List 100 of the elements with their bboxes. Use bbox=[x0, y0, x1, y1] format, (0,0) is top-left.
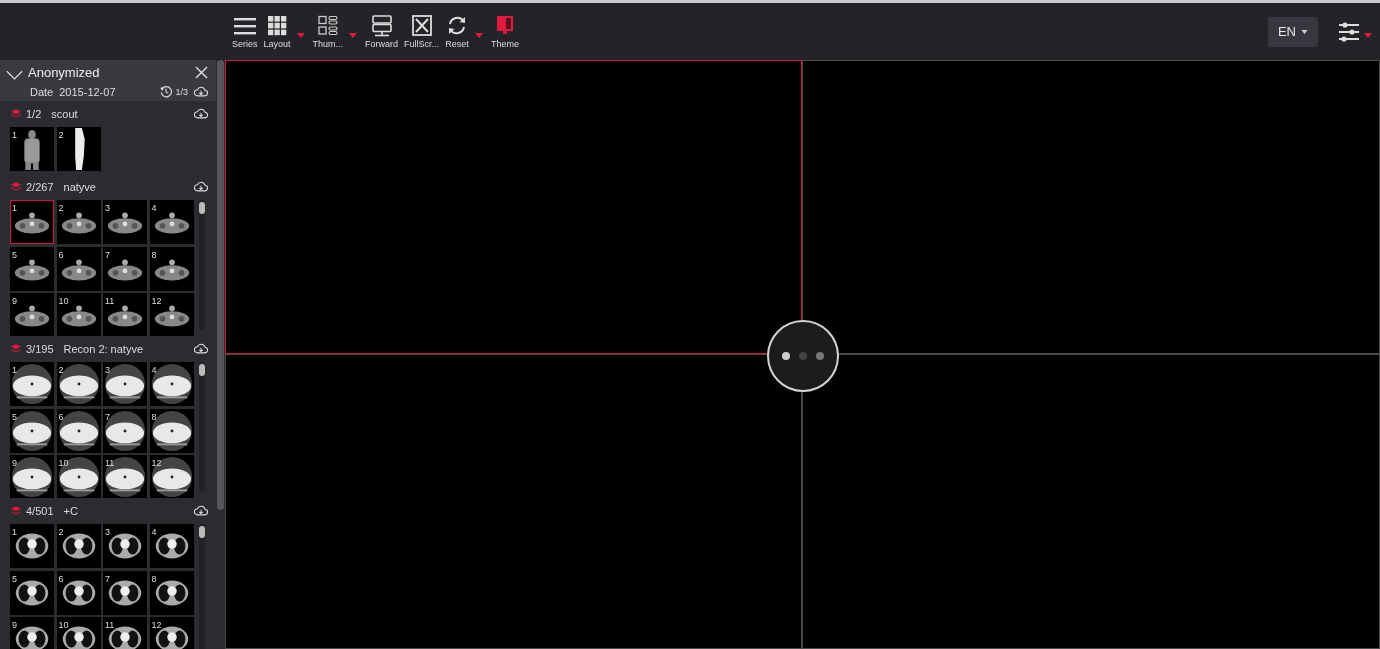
scan-thumbnail[interactable]: 5 bbox=[10, 570, 54, 615]
history-icon[interactable] bbox=[159, 85, 174, 98]
toolbar-button[interactable]: Thum... bbox=[310, 14, 346, 49]
language-dropdown[interactable]: EN bbox=[1267, 16, 1318, 47]
ct-scan-drawing bbox=[155, 626, 188, 649]
scan-thumbnail[interactable]: 12 bbox=[149, 293, 194, 336]
thumbnail-number: 9 bbox=[12, 621, 17, 630]
scan-thumbnail[interactable]: 4 bbox=[149, 362, 194, 406]
scan-thumbnail[interactable]: 10 bbox=[56, 455, 101, 498]
ct-scan-drawing bbox=[154, 258, 189, 280]
study-date: 2015-12-07 bbox=[59, 85, 116, 98]
thumbnail-number: 2 bbox=[58, 131, 64, 140]
cloud-download-icon[interactable] bbox=[194, 85, 208, 98]
ct-scan-drawing bbox=[11, 363, 53, 405]
ct-scan-drawing bbox=[11, 456, 53, 498]
scan-thumbnail[interactable]: 11 bbox=[103, 455, 147, 498]
ct-scan-drawing bbox=[104, 363, 146, 405]
scan-thumbnail[interactable]: 2 bbox=[56, 200, 101, 244]
ct-scan-drawing bbox=[154, 212, 189, 234]
ct-scan-drawing bbox=[154, 305, 189, 327]
scan-thumbnail[interactable]: 1 bbox=[10, 127, 54, 171]
cloud-download-icon[interactable] bbox=[194, 180, 208, 193]
scan-thumbnail[interactable]: 6 bbox=[56, 408, 101, 453]
scan-thumbnail[interactable]: 8 bbox=[149, 246, 194, 291]
scan-thumbnail[interactable]: 2 bbox=[56, 524, 101, 568]
scan-thumbnail[interactable]: 8 bbox=[149, 570, 194, 615]
toolbar-button[interactable]: Theme bbox=[489, 14, 522, 49]
scan-thumbnail[interactable]: 6 bbox=[56, 570, 101, 615]
cloud-download-icon[interactable] bbox=[194, 107, 208, 120]
study-date-label: Date bbox=[30, 85, 54, 98]
scan-thumbnail[interactable]: 2 bbox=[56, 362, 101, 406]
thumbnail-number: 3 bbox=[105, 366, 110, 375]
toolbar-button[interactable]: FullScr... bbox=[402, 14, 442, 49]
scan-thumbnail[interactable]: 8 bbox=[149, 408, 194, 453]
layers-icon bbox=[11, 182, 21, 191]
cloud-download-icon[interactable] bbox=[194, 342, 208, 355]
scan-thumbnail[interactable]: 7 bbox=[103, 570, 147, 615]
thumbnail-number: 12 bbox=[151, 621, 162, 630]
scan-thumbnail[interactable]: 3 bbox=[103, 524, 147, 568]
scan-thumbnail[interactable]: 9 bbox=[10, 293, 54, 336]
scan-thumbnail[interactable]: 9 bbox=[10, 617, 54, 649]
thumbnail-number: 3 bbox=[105, 528, 110, 537]
scan-thumbnail[interactable]: 12 bbox=[149, 617, 194, 649]
ct-scan-drawing bbox=[107, 305, 143, 327]
thumbnail-number: 5 bbox=[12, 412, 17, 422]
ct-scan-drawing bbox=[15, 626, 49, 649]
scan-thumbnail[interactable]: 7 bbox=[103, 246, 147, 291]
close-icon[interactable] bbox=[195, 66, 208, 79]
series-count: 3/195 bbox=[26, 342, 54, 355]
ct-scan-drawing bbox=[108, 626, 142, 649]
scan-thumbnail[interactable]: 3 bbox=[103, 200, 147, 244]
scan-thumbnail[interactable]: 1 bbox=[10, 362, 54, 406]
scan-thumbnail[interactable]: 10 bbox=[56, 293, 101, 336]
scan-thumbnail[interactable]: 9 bbox=[10, 455, 54, 498]
toolbar-button[interactable]: Series bbox=[230, 14, 260, 49]
scan-thumbnail[interactable]: 7 bbox=[103, 408, 147, 453]
ct-scan-drawing bbox=[58, 363, 99, 405]
scrollbar[interactable] bbox=[199, 524, 205, 649]
ct-scan-drawing bbox=[107, 212, 143, 234]
scan-thumbnail[interactable]: 12 bbox=[149, 455, 194, 498]
toolbar-button[interactable]: Layout bbox=[261, 14, 293, 49]
ct-scan-drawing bbox=[14, 258, 50, 280]
thumbnail-number: 7 bbox=[105, 412, 110, 422]
ct-scan-drawing bbox=[61, 305, 96, 327]
scan-thumbnail[interactable]: 1 bbox=[10, 524, 54, 568]
scrollbar[interactable] bbox=[199, 362, 205, 492]
scan-thumbnail[interactable]: 6 bbox=[56, 246, 101, 291]
scan-thumbnail[interactable]: 11 bbox=[103, 617, 147, 649]
scan-thumbnail[interactable]: 5 bbox=[10, 408, 54, 453]
settings-icon bbox=[1338, 21, 1360, 42]
scan-thumbnail[interactable]: 10 bbox=[56, 617, 101, 649]
settings-button[interactable] bbox=[1338, 21, 1360, 42]
scan-thumbnail[interactable]: 4 bbox=[149, 200, 194, 244]
dropdown-caret[interactable] bbox=[296, 33, 305, 38]
thumbnail-number: 10 bbox=[58, 297, 69, 306]
dropdown-caret[interactable] bbox=[1364, 33, 1372, 38]
ct-scan-drawing bbox=[151, 456, 192, 498]
series-name: Recon 2: natyve bbox=[63, 342, 144, 355]
scrollbar[interactable] bbox=[199, 200, 205, 330]
scan-thumbnail[interactable]: 3 bbox=[103, 362, 147, 406]
thumbnail-number: 2 bbox=[58, 204, 64, 213]
ct-scan-drawing bbox=[151, 363, 192, 405]
thumbnail-number: 8 bbox=[151, 412, 157, 422]
ct-scan-drawing bbox=[74, 128, 85, 170]
toolbar-button[interactable]: Forward bbox=[363, 14, 401, 49]
thumbnail-number: 10 bbox=[58, 459, 69, 468]
ct-scan-drawing bbox=[104, 456, 146, 498]
ct-scan-drawing bbox=[58, 456, 99, 498]
scan-thumbnail[interactable]: 5 bbox=[10, 246, 54, 291]
scan-thumbnail[interactable]: 1 bbox=[10, 200, 54, 244]
scan-thumbnail[interactable]: 4 bbox=[149, 524, 194, 568]
toolbar-button[interactable]: Reset bbox=[443, 14, 472, 49]
caret-icon bbox=[1301, 29, 1308, 34]
series-count: 4/501 bbox=[26, 504, 54, 517]
scan-thumbnail[interactable]: 11 bbox=[103, 293, 147, 336]
cloud-download-icon[interactable] bbox=[194, 504, 208, 517]
scan-thumbnail[interactable]: 2 bbox=[56, 127, 101, 171]
dropdown-caret[interactable] bbox=[349, 33, 358, 38]
dropdown-caret[interactable] bbox=[475, 33, 484, 38]
chevron-down-icon[interactable] bbox=[6, 70, 23, 81]
